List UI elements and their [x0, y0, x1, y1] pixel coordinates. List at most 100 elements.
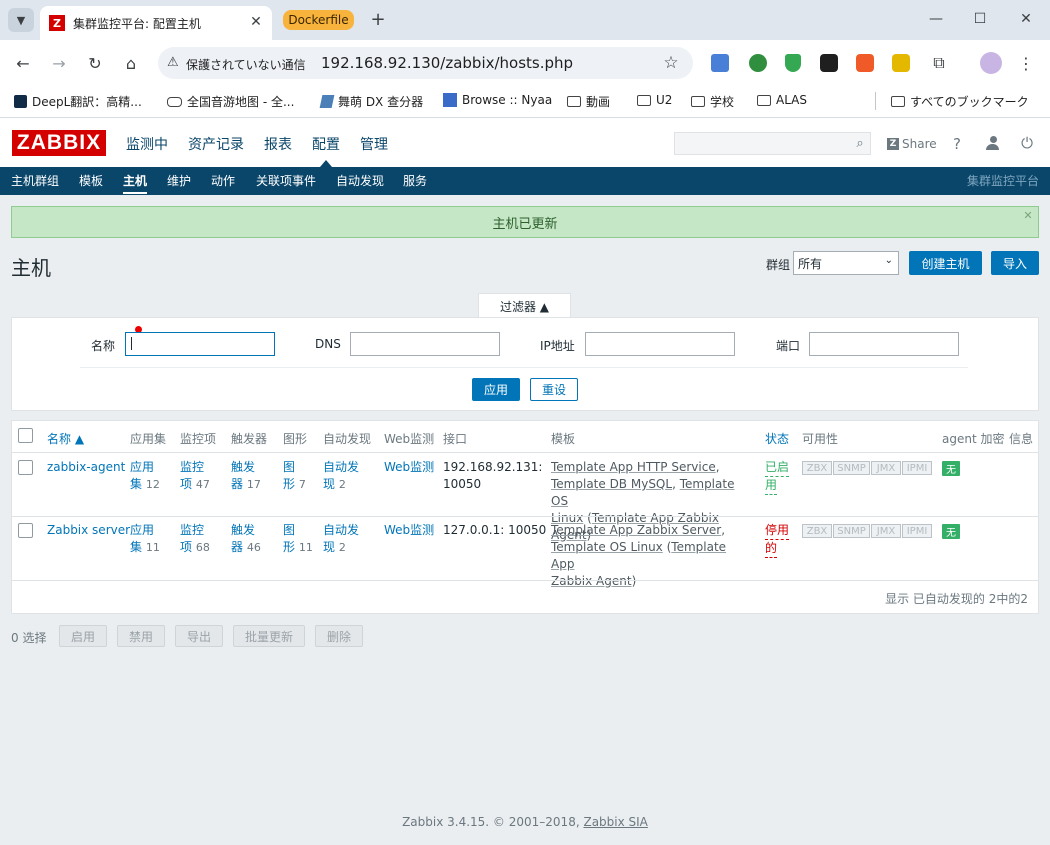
extensions-puzzle-icon[interactable]: ⧉: [928, 52, 950, 74]
template-link[interactable]: Zabbix Agent: [551, 574, 632, 588]
subnav-maintenance[interactable]: 维护: [167, 172, 191, 189]
filter-reset-button[interactable]: 重设: [530, 378, 578, 401]
link-text: 监控: [180, 523, 205, 537]
bookmark-maimai[interactable]: 舞萌 DX 查分器: [319, 93, 423, 110]
tab-close-icon[interactable]: ✕: [247, 13, 265, 31]
items-link[interactable]: 监控项 47: [180, 459, 210, 493]
user-profile-icon[interactable]: [986, 136, 1000, 150]
discovery-link[interactable]: 自动发现 2: [323, 522, 359, 556]
enable-button[interactable]: 启用: [59, 625, 107, 647]
col-status-header[interactable]: 状态: [765, 430, 789, 447]
status-toggle[interactable]: 停用的: [765, 522, 790, 558]
menu-administration[interactable]: 管理: [360, 134, 388, 154]
subnav-discovery[interactable]: 自动发现: [336, 172, 384, 189]
global-search-input[interactable]: [674, 132, 871, 155]
browser-menu-icon[interactable]: ⋮: [1016, 52, 1036, 74]
yellow-extension-icon[interactable]: [892, 54, 910, 72]
subnav-templates[interactable]: 模板: [79, 172, 103, 189]
bookmark-folder-school[interactable]: 学校: [691, 93, 734, 110]
triggers-link[interactable]: 触发器 46: [231, 522, 261, 556]
bookmark-deepl[interactable]: DeepL翻訳：高精...: [14, 93, 142, 110]
close-message-icon[interactable]: ✕: [1022, 209, 1034, 222]
forward-icon[interactable]: →: [48, 52, 70, 74]
menu-configuration[interactable]: 配置: [312, 134, 340, 154]
profile-avatar[interactable]: [980, 52, 1002, 74]
applications-link[interactable]: 应用集 11: [130, 522, 160, 556]
subnav-event-correlation[interactable]: 关联项事件: [256, 172, 316, 189]
template-link[interactable]: Template App Zabbix Server: [551, 523, 721, 537]
help-icon[interactable]: ?: [953, 135, 961, 153]
applications-link[interactable]: 应用集 12: [130, 459, 160, 493]
export-button[interactable]: 导出: [175, 625, 223, 647]
filter-tab[interactable]: 过滤器 ▲: [478, 293, 571, 318]
filter-ip-input[interactable]: [585, 332, 735, 356]
template-link[interactable]: Template DB MySQL: [551, 477, 672, 491]
minimize-icon[interactable]: —: [926, 8, 946, 30]
col-name-header[interactable]: 名称 ▲: [47, 430, 84, 447]
graphs-link[interactable]: 图形 7: [283, 459, 306, 493]
menu-monitoring[interactable]: 监测中: [126, 134, 168, 154]
folder-icon: [691, 96, 705, 107]
security-label[interactable]: 保護されていない通信: [186, 56, 306, 73]
tab-search-icon[interactable]: ▼: [8, 8, 34, 32]
window-close-icon[interactable]: ✕: [1016, 8, 1036, 30]
all-bookmarks-folder[interactable]: すべてのブックマーク: [891, 93, 1029, 110]
discovery-link[interactable]: 自动发现 2: [323, 459, 359, 493]
footer-company-link[interactable]: Zabbix SIA: [583, 815, 647, 829]
host-name-link[interactable]: Zabbix server: [47, 522, 130, 539]
address-bar[interactable]: ⚠ 保護されていない通信 192.168.92.130/zabbix/hosts…: [158, 47, 693, 79]
delete-button[interactable]: 删除: [315, 625, 363, 647]
disable-button[interactable]: 禁用: [117, 625, 165, 647]
bookmark-music-map[interactable]: 全国音游地图 - 全...: [167, 93, 294, 110]
browser-tab-active[interactable]: Z 集群监控平台: 配置主机 ✕: [40, 6, 272, 40]
bookmark-folder-video[interactable]: 動画: [567, 93, 610, 110]
items-link[interactable]: 监控项 68: [180, 522, 210, 556]
group-select[interactable]: 所有 ⌄: [793, 251, 899, 275]
mass-update-button[interactable]: 批量更新: [233, 625, 305, 647]
search-icon[interactable]: ⌕: [851, 134, 869, 152]
host-name-link[interactable]: zabbix-agent: [47, 459, 125, 476]
translate-extension-icon[interactable]: [711, 54, 729, 72]
filter-apply-button[interactable]: 应用: [472, 378, 520, 401]
web-link[interactable]: Web监测: [384, 522, 434, 539]
filter-name-input[interactable]: [125, 332, 275, 356]
shield-extension-icon[interactable]: [785, 54, 801, 72]
bookmark-nyaa[interactable]: Browse :: Nyaa: [443, 93, 552, 107]
subnav-services[interactable]: 服务: [403, 172, 427, 189]
filter-port-input[interactable]: [809, 332, 959, 356]
sign-out-icon[interactable]: ⏻: [1018, 134, 1036, 152]
template-link[interactable]: Template OS Linux: [551, 540, 663, 554]
tab-group-chip[interactable]: Dockerfile: [283, 10, 354, 30]
bookmark-folder-alas[interactable]: ALAS: [757, 93, 807, 107]
zabbix-logo[interactable]: ZABBIX: [12, 130, 106, 156]
select-all-checkbox[interactable]: [18, 428, 33, 443]
new-tab-icon[interactable]: +: [368, 8, 388, 30]
url-text[interactable]: 192.168.92.130/zabbix/hosts.php: [321, 54, 573, 72]
triggers-link[interactable]: 触发器 17: [231, 459, 261, 493]
reload-icon[interactable]: ↻: [84, 52, 106, 74]
globe-extension-icon[interactable]: [749, 54, 767, 72]
back-icon[interactable]: ←: [12, 52, 34, 74]
maximize-icon[interactable]: ☐: [970, 8, 990, 30]
import-button[interactable]: 导入: [991, 251, 1039, 275]
share-button[interactable]: Z Share: [887, 137, 937, 151]
template-link[interactable]: Template App HTTP Service: [551, 460, 716, 474]
menu-inventory[interactable]: 资产记录: [188, 134, 244, 154]
row-checkbox[interactable]: [18, 523, 33, 538]
web-link[interactable]: Web监测: [384, 459, 434, 476]
home-icon[interactable]: ⌂: [120, 52, 142, 74]
orange-extension-icon[interactable]: [856, 54, 874, 72]
bookmark-folder-u2[interactable]: U2: [637, 93, 672, 107]
bookmark-star-icon[interactable]: ☆: [660, 52, 682, 74]
menu-reports[interactable]: 报表: [264, 134, 292, 154]
status-toggle[interactable]: 已启用: [765, 459, 790, 495]
graphs-link[interactable]: 图形 11: [283, 522, 313, 556]
subnav-host-groups[interactable]: 主机群组: [11, 172, 59, 189]
zabbix-share-icon: Z: [887, 138, 899, 150]
row-checkbox[interactable]: [18, 460, 33, 475]
subnav-hosts[interactable]: 主机: [123, 172, 147, 189]
filter-dns-input[interactable]: [350, 332, 500, 356]
subnav-actions[interactable]: 动作: [211, 172, 235, 189]
tampermonkey-extension-icon[interactable]: [820, 54, 838, 72]
create-host-button[interactable]: 创建主机: [909, 251, 982, 275]
